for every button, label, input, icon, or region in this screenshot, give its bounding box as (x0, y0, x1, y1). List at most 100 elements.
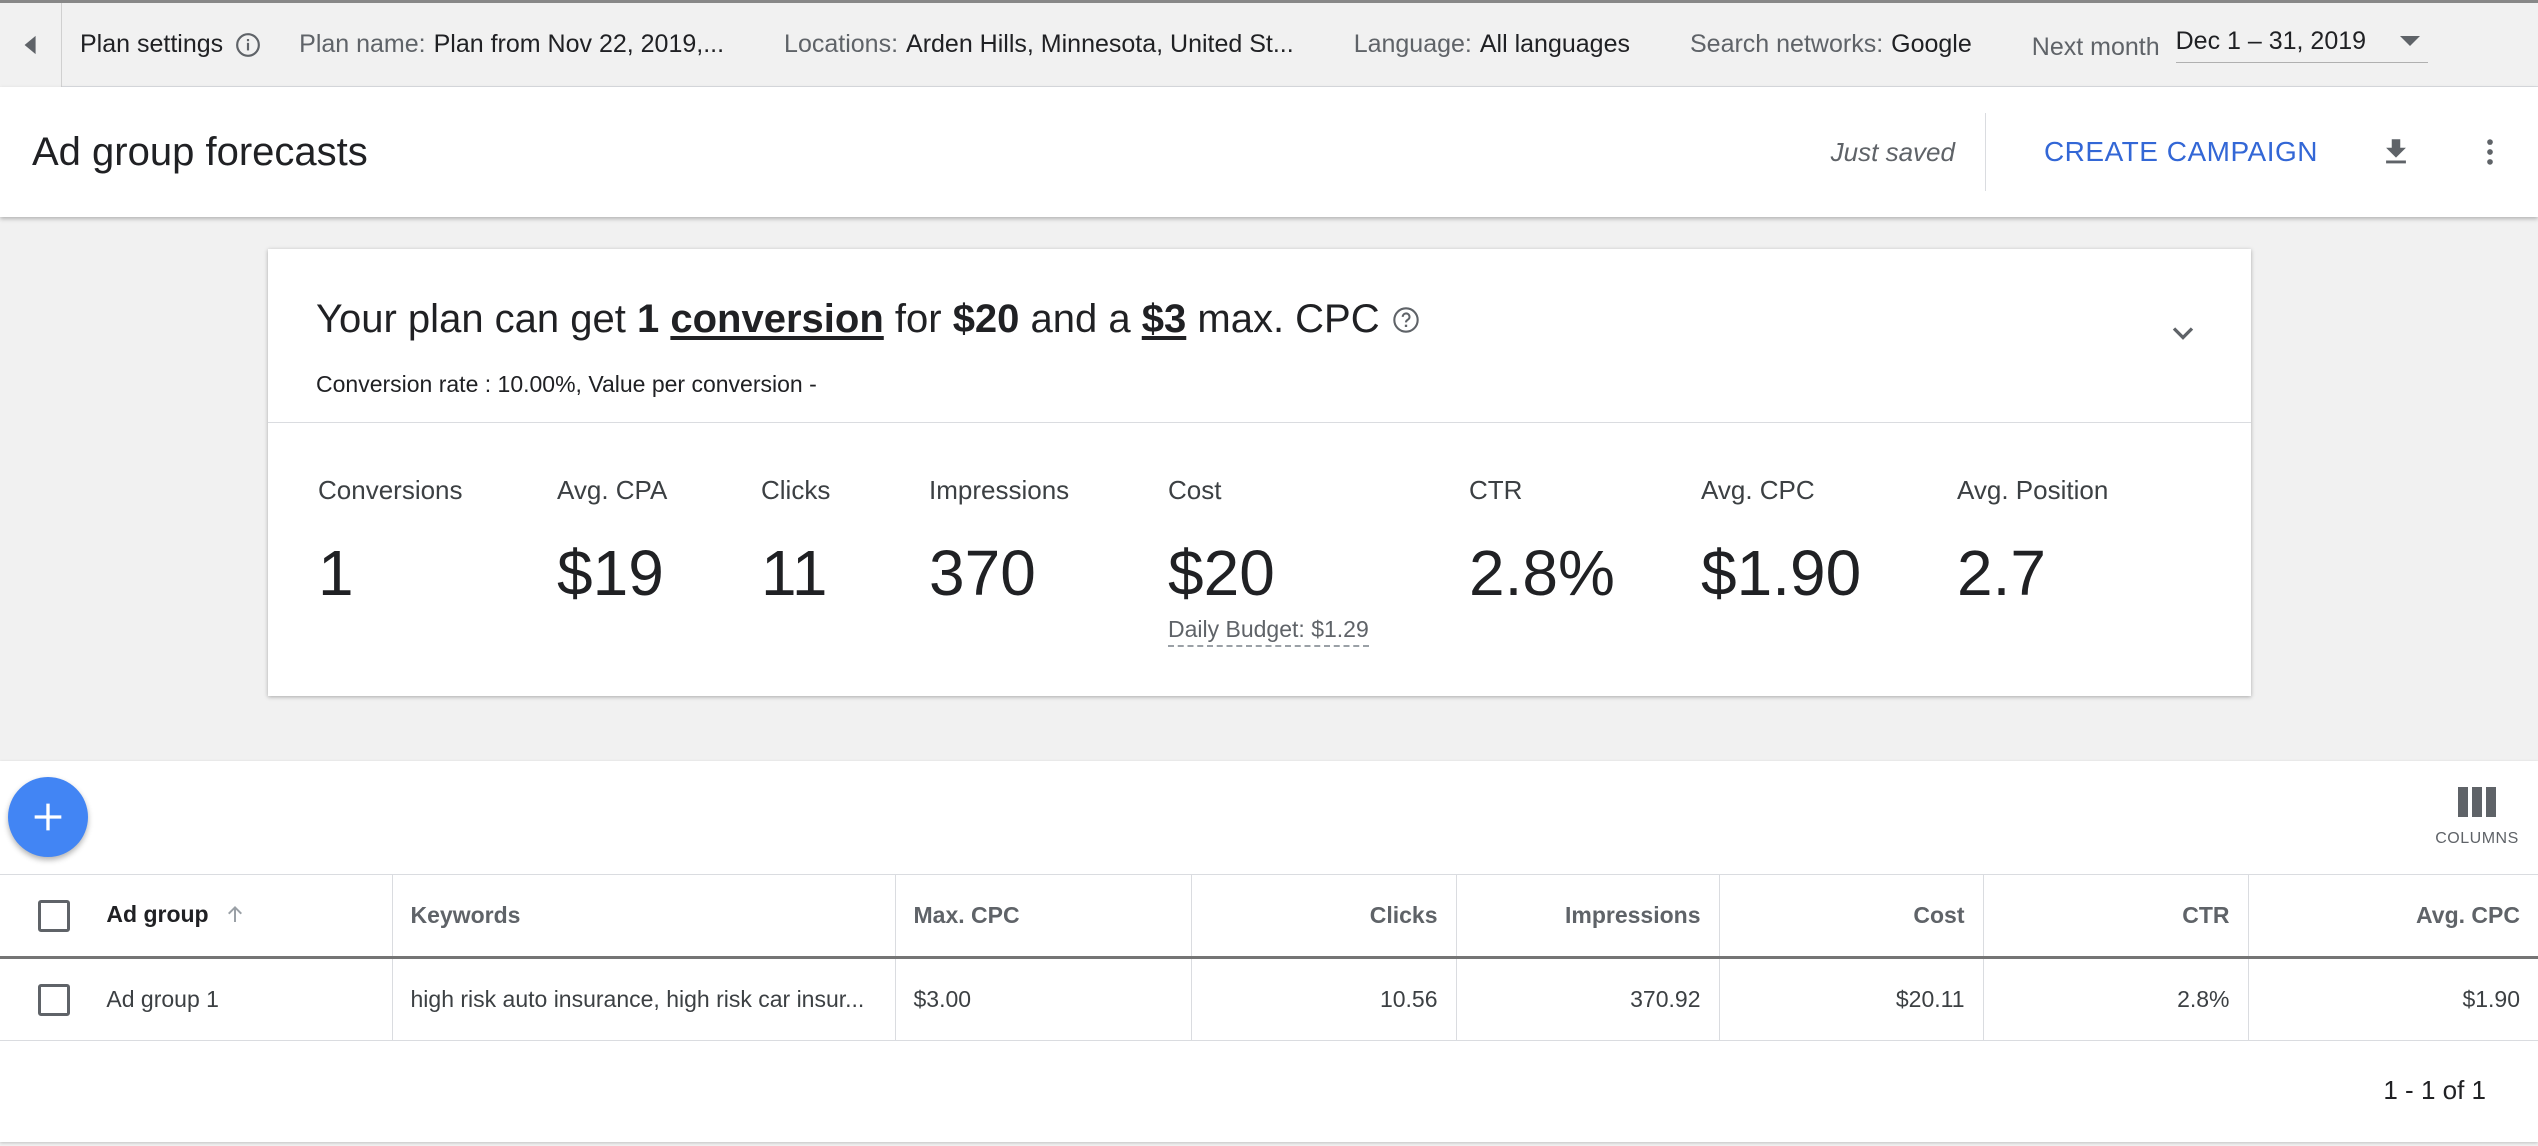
locations-value: Arden Hills, Minnesota, United St... (906, 30, 1294, 58)
download-icon (2386, 139, 2406, 164)
metric-label: Avg. CPC (1701, 475, 1815, 505)
cell-max-cpc[interactable]: $3.00 (895, 957, 1192, 1041)
ad-group-header-label: Ad group (106, 901, 246, 928)
conversion-rate-text: Conversion rate : 10.00%, Value per conv… (316, 371, 817, 397)
metric-label: Impressions (929, 475, 1070, 505)
plan-settings[interactable]: Plan settings (62, 30, 299, 59)
header-impressions[interactable]: Impressions (1456, 874, 1720, 959)
collapse-settings-button[interactable] (0, 2, 62, 87)
search-networks-setting[interactable]: Search networks: Google (1690, 30, 1972, 59)
plus-icon (34, 803, 62, 831)
download-button[interactable] (2374, 130, 2418, 174)
pagination-text: 1 - 1 of 1 (2383, 1075, 2486, 1105)
header-cost[interactable]: Cost (1719, 874, 1984, 959)
cell-ad-group: Ad group 1 (0, 957, 393, 1041)
plan-settings-label: Plan settings (80, 30, 224, 58)
metric-ctr: CTR 2.8% (1469, 475, 1615, 610)
cell-keywords[interactable]: high risk auto insurance, high risk car … (392, 957, 896, 1041)
page-title: Ad group forecasts (32, 129, 368, 174)
header-ctr[interactable]: CTR (1983, 874, 2249, 959)
metric-impressions: Impressions 370 (929, 475, 1069, 610)
info-icon[interactable] (235, 32, 261, 58)
metric-label: Avg. CPA (557, 475, 668, 505)
language-setting[interactable]: Language: All languages (1354, 30, 1630, 59)
metric-label: Clicks (761, 475, 831, 505)
header-avg-cpc[interactable]: Avg. CPC (2248, 874, 2538, 959)
ad-group-name[interactable]: Ad group 1 (106, 986, 219, 1012)
header-clicks[interactable]: Clicks (1191, 874, 1457, 959)
plan-name-label: Plan name: (299, 30, 426, 58)
metric-avg-position: Avg. Position 2.7 (1957, 475, 2108, 610)
expand-chevron-icon[interactable] (2165, 315, 2201, 351)
header-ad-group[interactable]: Ad group (0, 874, 393, 959)
cell-impressions: 370.92 (1456, 957, 1720, 1041)
forecast-metrics: Conversions 1 Avg. CPA $19 Clicks 11 Imp… (268, 423, 2251, 695)
date-range-select[interactable]: Dec 1 – 31, 2019 (2175, 26, 2428, 63)
metric-label: Conversions (318, 475, 463, 505)
forecast-summary-card: Your plan can get 1 conversion for $20 a… (268, 249, 2251, 696)
date-range-value: Dec 1 – 31, 2019 (2175, 26, 2367, 55)
date-range-setting: Next month Dec 1 – 31, 2019 (2032, 27, 2428, 63)
table-row: Ad group 1 high risk auto insurance, hig… (0, 957, 2538, 1041)
plan-settings-bar: Plan settings Plan name: Plan from Nov 2… (0, 0, 2538, 87)
conversion-link[interactable]: conversion (670, 297, 883, 342)
metric-value: $1.90 (1701, 537, 1862, 609)
metric-value: 11 (761, 537, 828, 609)
more-options-button[interactable] (2468, 130, 2512, 174)
metric-cost: Cost $20 (1168, 475, 1275, 610)
dropdown-arrow-icon (2399, 36, 2420, 46)
plan-name-setting[interactable]: Plan name: Plan from Nov 22, 2019,... (299, 30, 724, 59)
metric-avg-cpa: Avg. CPA $19 (557, 475, 667, 610)
arrow-up-icon[interactable] (223, 902, 247, 926)
triangle-left-icon (24, 35, 36, 54)
select-all-checkbox[interactable] (38, 899, 70, 932)
headline-conversions: 1 (637, 297, 660, 341)
headline-for: for (883, 297, 953, 341)
ad-group-table: Ad group Keywords Max. CPC Clicks Impres… (0, 874, 2538, 1041)
row-checkbox[interactable] (38, 983, 70, 1016)
save-status: Just saved (1830, 136, 1955, 167)
more-vert-icon (2487, 139, 2493, 165)
header-keywords[interactable]: Keywords (392, 874, 896, 959)
plan-name-value: Plan from Nov 22, 2019,... (433, 30, 725, 58)
columns-icon (2458, 787, 2496, 817)
add-ad-group-button[interactable] (8, 777, 88, 857)
headline-and: and a (1019, 297, 1142, 341)
daily-budget-link[interactable]: Daily Budget: $1.29 (1168, 616, 1369, 647)
forecast-summary-header: Your plan can get 1 conversion for $20 a… (268, 249, 2251, 423)
cell-cost: $20.11 (1719, 957, 1984, 1041)
locations-setting[interactable]: Locations: Arden Hills, Minnesota, Unite… (784, 30, 1294, 59)
metric-value: $20 (1168, 537, 1275, 609)
search-networks-value: Google (1891, 30, 1972, 58)
header-max-cpc[interactable]: Max. CPC (895, 874, 1192, 959)
metric-conversions: Conversions 1 (318, 475, 463, 610)
headline-suffix: max. CPC (1186, 297, 1380, 341)
columns-label: COLUMNS (2435, 830, 2519, 847)
headline-prefix: Your plan can get (316, 297, 637, 341)
search-networks-label: Search networks: (1690, 30, 1884, 58)
cell-clicks: 10.56 (1191, 957, 1457, 1041)
metric-value: 370 (929, 537, 1036, 609)
metric-label: Avg. Position (1957, 475, 2109, 505)
metric-avg-cpc: Avg. CPC $1.90 (1701, 475, 1861, 610)
metric-label: Cost (1168, 475, 1222, 505)
headline-cost: $20 (952, 297, 1020, 341)
page-header: Ad group forecasts Just saved CREATE CAM… (0, 87, 2538, 217)
max-cpc-link[interactable]: $3 (1142, 297, 1187, 342)
cell-ctr: 2.8% (1983, 957, 2249, 1041)
metric-clicks: Clicks 11 (761, 475, 830, 610)
header-divider (1984, 113, 1986, 191)
metric-label: CTR (1469, 475, 1523, 505)
date-range-label: Next month (2031, 33, 2160, 61)
language-label: Language: (1353, 30, 1472, 58)
metric-value: 2.7 (1957, 537, 2046, 609)
locations-label: Locations: (784, 30, 899, 58)
language-value: All languages (1479, 30, 1630, 58)
create-campaign-button[interactable]: CREATE CAMPAIGN (2044, 136, 2318, 168)
table-header-row: Ad group Keywords Max. CPC Clicks Impres… (0, 874, 2538, 959)
cell-avg-cpc: $1.90 (2248, 957, 2538, 1041)
columns-button[interactable]: COLUMNS (2432, 787, 2522, 848)
help-icon[interactable] (1392, 306, 1420, 334)
ad-group-header-text: Ad group (106, 900, 209, 927)
metric-value: $19 (557, 537, 664, 609)
